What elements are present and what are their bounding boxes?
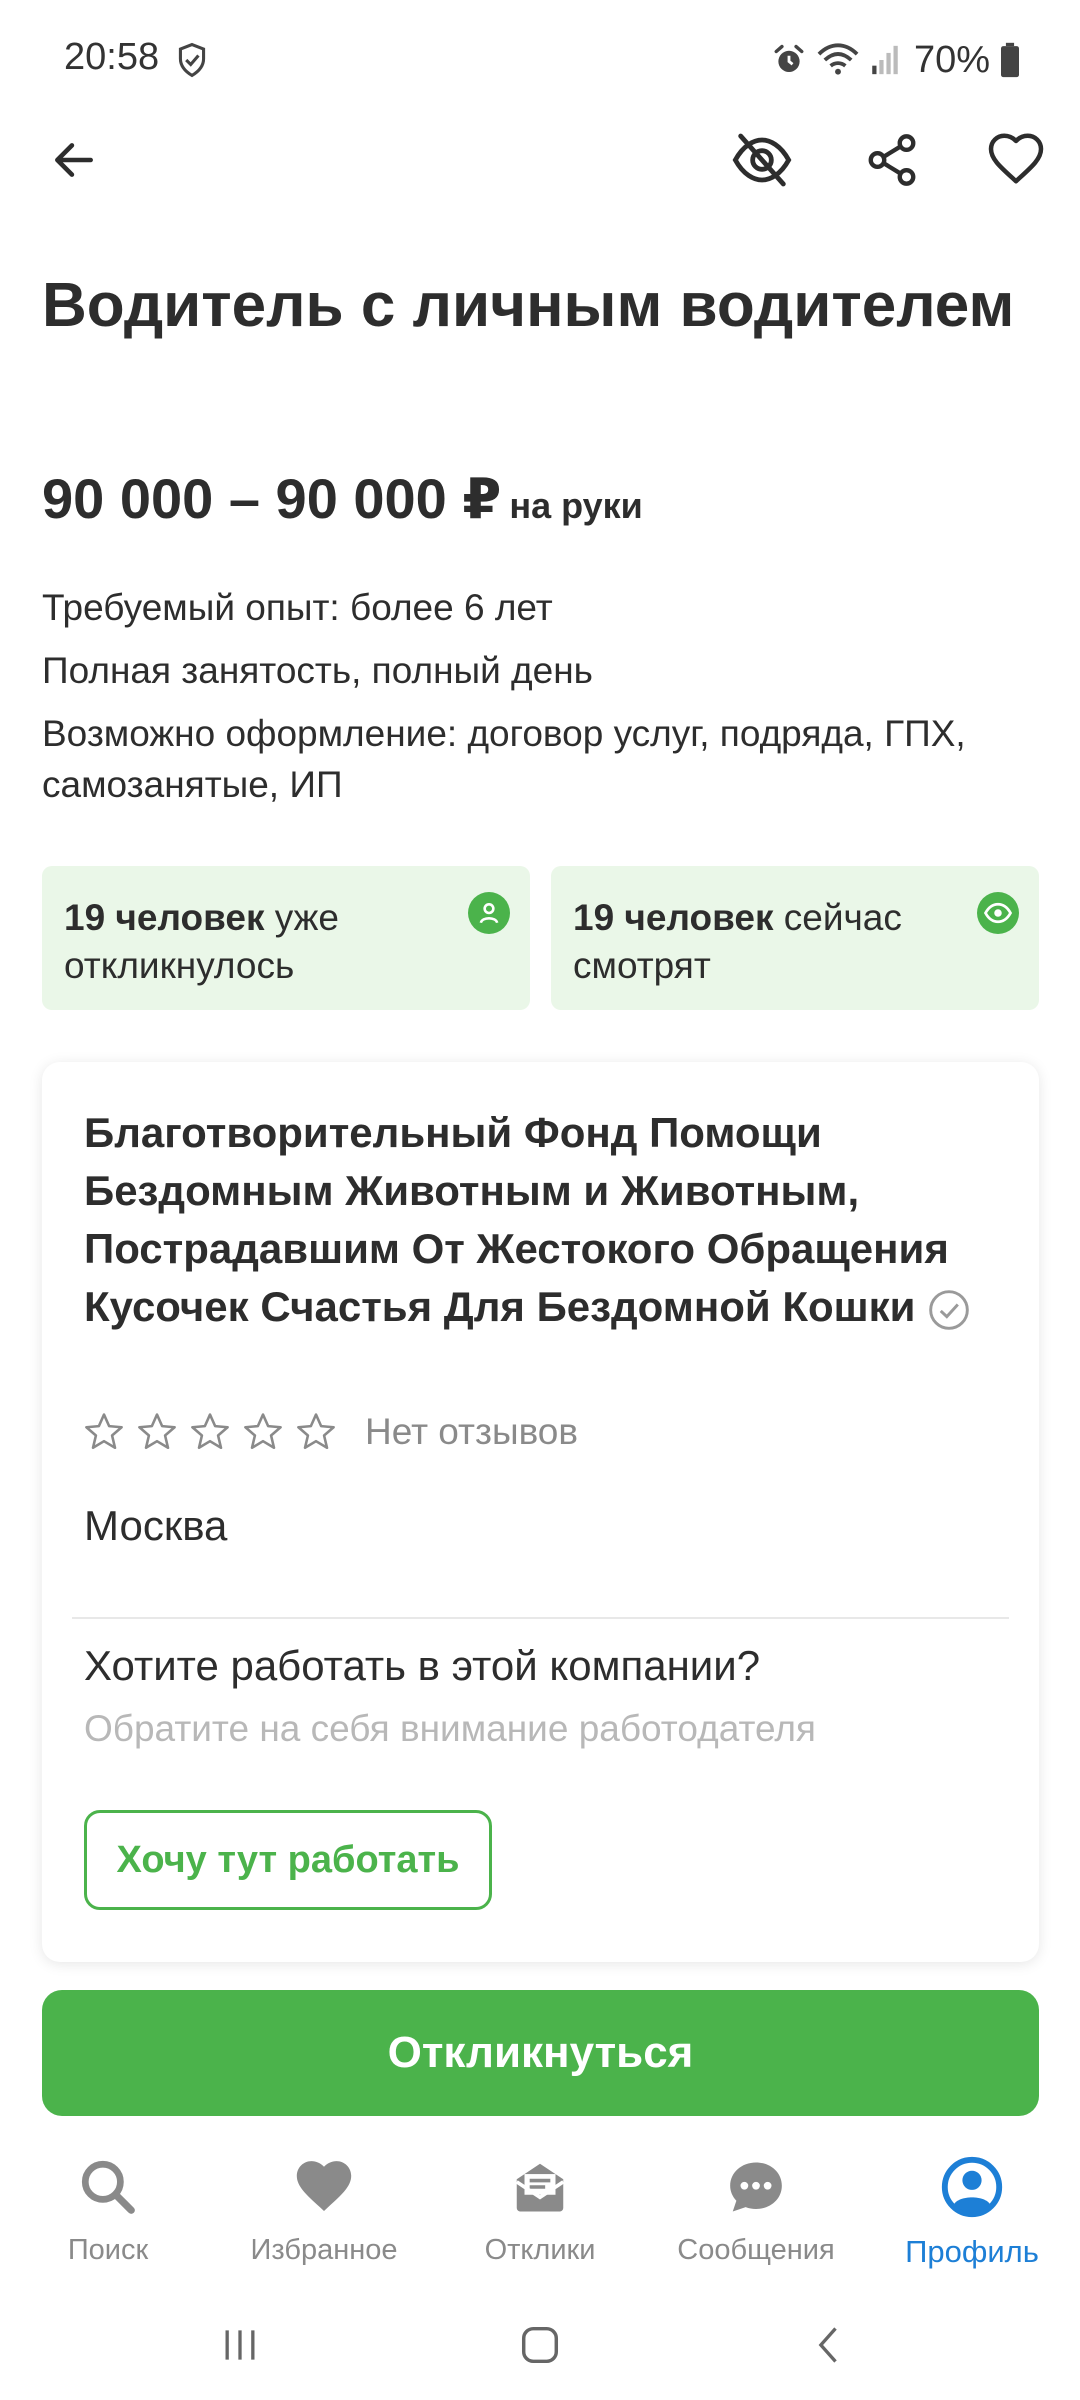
- search-icon: [75, 2154, 141, 2220]
- nav-item-profile[interactable]: Профиль: [864, 2140, 1080, 2280]
- hide-vacancy-button[interactable]: [722, 120, 802, 200]
- nav-item-search[interactable]: Поиск: [0, 2140, 216, 2280]
- heart-icon: [988, 133, 1044, 184]
- company-city: Москва: [84, 1502, 228, 1549]
- system-back-button[interactable]: [790, 2310, 870, 2380]
- salary-range: 90 000 – 90 000 ₽: [42, 467, 502, 530]
- company-card: Благотворительный Фонд Помощи Бездомным …: [42, 1062, 1039, 1962]
- want-to-work-title: Хотите работать в этой компании?: [84, 1642, 761, 1689]
- star-icon: [138, 1413, 176, 1450]
- home-icon: [521, 2326, 559, 2364]
- applied-count-card: 19 человек уже откликнулось: [42, 866, 530, 1010]
- status-time: 20:58: [64, 36, 160, 78]
- want-to-work-button[interactable]: Хочу тут работать: [84, 1810, 492, 1910]
- rating-row[interactable]: Нет отзывов: [82, 1402, 578, 1462]
- verified-check-icon: [929, 1290, 970, 1330]
- star-icon: [244, 1413, 282, 1450]
- star-icon: [297, 1413, 335, 1450]
- battery-percent: 70%: [913, 38, 990, 81]
- nav-item-messages[interactable]: Сообщения: [648, 2140, 864, 2280]
- viewing-count-card: 19 человек сейчас смотрят: [551, 866, 1039, 1010]
- apply-button[interactable]: Откликнуться: [42, 1990, 1039, 2116]
- nav-item-responses[interactable]: Отклики: [432, 2140, 648, 2280]
- favorite-button[interactable]: [976, 120, 1056, 200]
- status-icons: 70%: [772, 36, 1020, 84]
- back-button[interactable]: [34, 120, 114, 200]
- viewing-count: 19 человек: [573, 897, 774, 938]
- star-icon: [191, 1413, 229, 1450]
- nav-label-search: Поиск: [67, 2234, 149, 2266]
- system-nav-bar: [0, 2290, 1080, 2400]
- person-icon: [468, 892, 510, 934]
- shield-icon: [178, 42, 206, 78]
- alarm-icon: [774, 44, 804, 73]
- share-button[interactable]: [852, 120, 932, 200]
- nav-label-messages: Сообщения: [677, 2234, 835, 2266]
- heart-icon: [291, 2154, 357, 2220]
- nav-label-favorites: Избранное: [250, 2234, 398, 2266]
- chevron-left-icon: [818, 2327, 837, 2363]
- star-icon: [85, 1413, 123, 1450]
- chat-icon: [723, 2154, 789, 2220]
- employment-text: Полная занятость, полный день: [42, 650, 593, 691]
- salary: 90 000 – 90 000 ₽ на руки: [42, 464, 643, 541]
- company-name[interactable]: Благотворительный Фонд Помощи Бездомным …: [84, 1109, 949, 1330]
- recent-apps-button[interactable]: [200, 2310, 280, 2380]
- bottom-nav: Поиск Избранное Отклики Сообщения Профил…: [0, 2140, 1080, 2280]
- experience-text: Требуемый опыт: более 6 лет: [42, 587, 553, 628]
- hide-eye-icon: [732, 133, 792, 187]
- want-to-work-subtitle: Обратите на себя внимание работодателя: [84, 1708, 816, 1749]
- nav-label-profile: Профиль: [905, 2234, 1039, 2269]
- share-icon: [868, 134, 916, 186]
- reviews-text: Нет отзывов: [365, 1411, 579, 1452]
- wifi-icon: [817, 43, 859, 75]
- top-toolbar: [0, 120, 1080, 200]
- divider: [72, 1617, 1009, 1619]
- nav-item-favorites[interactable]: Избранное: [216, 2140, 432, 2280]
- salary-suffix: на руки: [509, 485, 643, 526]
- home-button[interactable]: [500, 2310, 580, 2380]
- back-arrow-icon: [55, 143, 93, 177]
- battery-icon: [1001, 42, 1019, 78]
- company-name-block[interactable]: Благотворительный Фонд Помощи Бездомным …: [84, 1104, 1004, 1336]
- vacancy-details: Требуемый опыт: более 6 лет Полная занят…: [42, 582, 1032, 822]
- signal-icon: [872, 45, 898, 75]
- applied-count: 19 человек: [64, 897, 265, 938]
- status-bar: 20:58 70%: [0, 0, 1080, 120]
- responses-icon: [507, 2154, 573, 2220]
- vacancy-title: Водитель с личным водителем: [42, 271, 1015, 340]
- recent-apps-icon: [225, 2330, 255, 2360]
- profile-icon: [939, 2154, 1005, 2220]
- nav-label-responses: Отклики: [484, 2234, 596, 2266]
- contract-text: Возможно оформление: договор услуг, подр…: [42, 713, 966, 805]
- eye-icon: [977, 892, 1019, 934]
